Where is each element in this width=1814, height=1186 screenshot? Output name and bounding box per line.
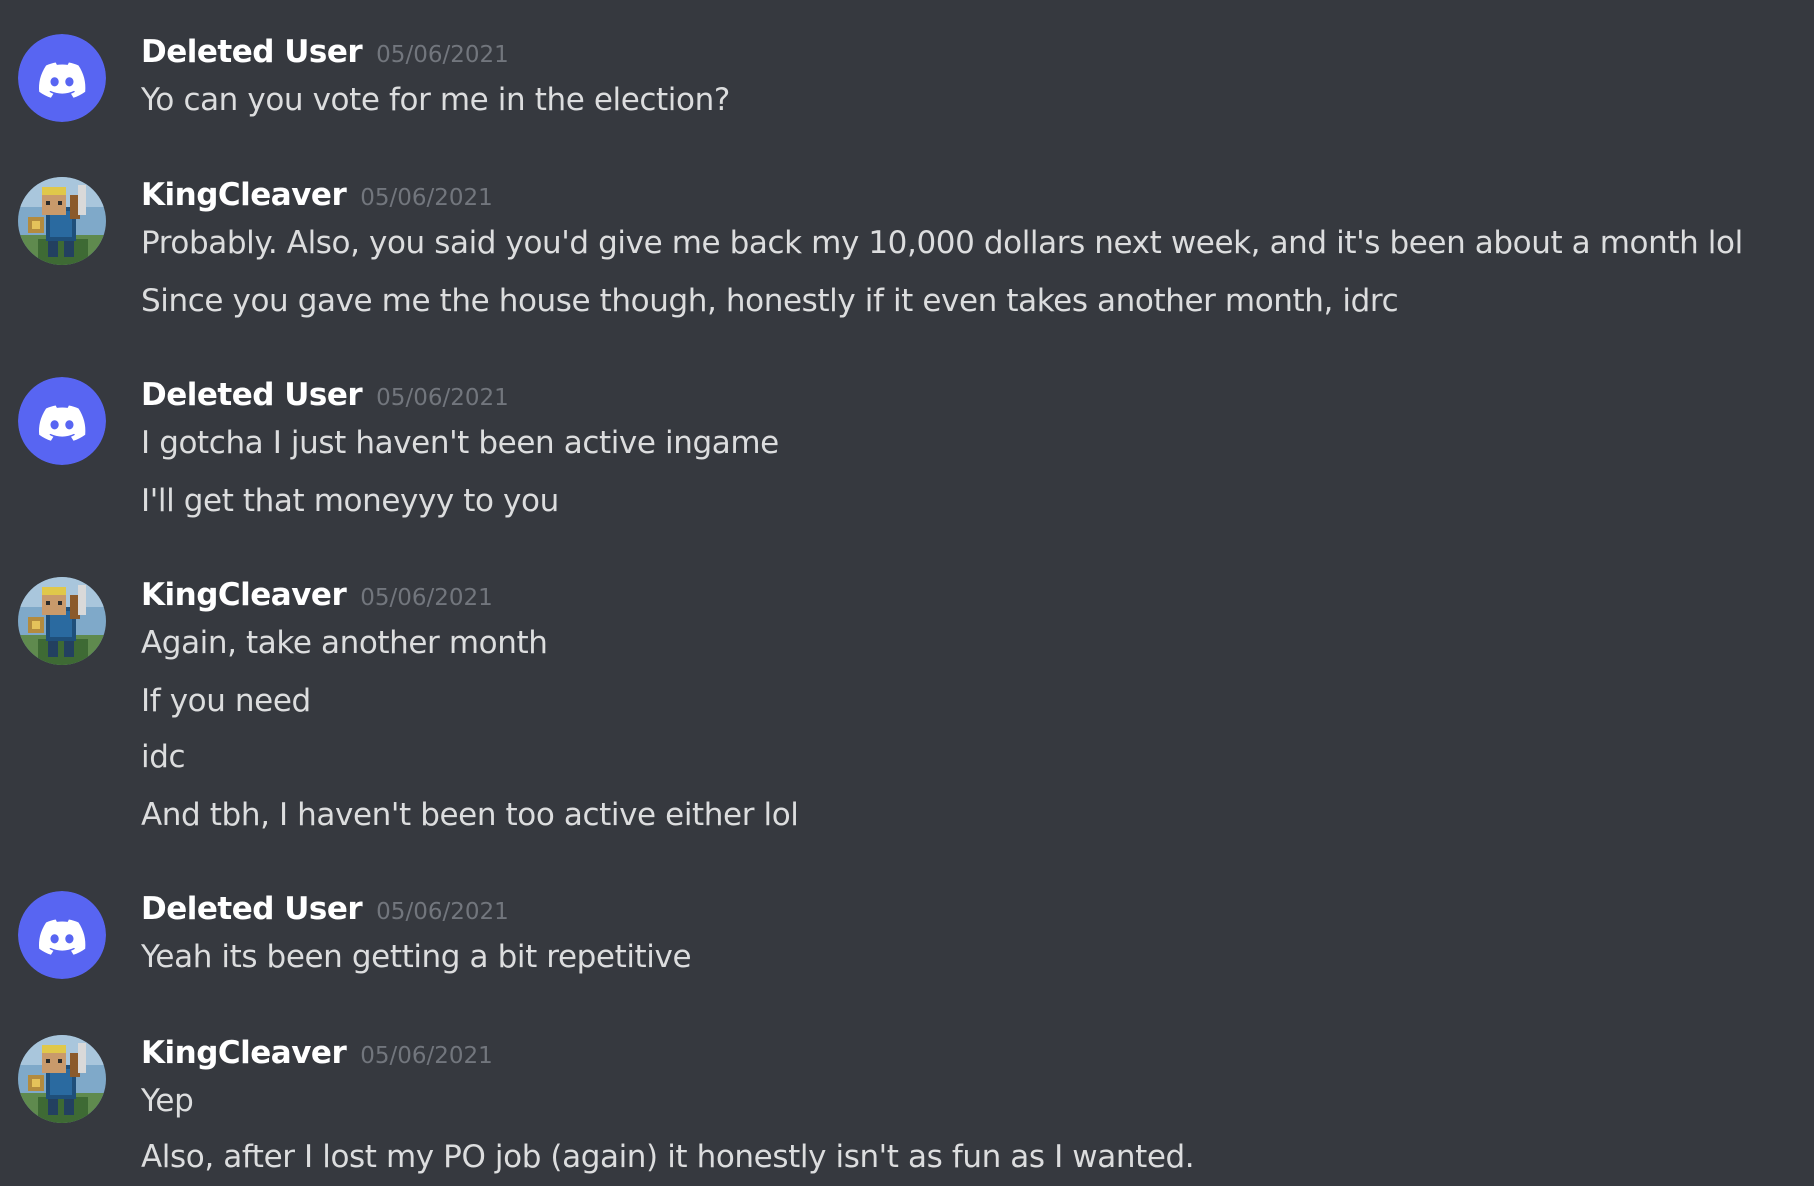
username[interactable]: Deleted User: [141, 377, 363, 413]
message-text: idc: [141, 739, 186, 775]
message-text: Probably. Also, you said you'd give me b…: [141, 225, 1743, 261]
message-text: Again, take another month: [141, 625, 548, 661]
username[interactable]: Deleted User: [141, 34, 363, 70]
message-text: And tbh, I haven't been too active eithe…: [141, 797, 799, 833]
username[interactable]: KingCleaver: [141, 577, 347, 613]
message-text: Since you gave me the house though, hone…: [141, 283, 1399, 319]
message-header: KingCleaver 05/06/2021: [141, 1035, 493, 1075]
minecraft-skin-avatar[interactable]: [18, 177, 106, 265]
discord-logo-icon[interactable]: [18, 377, 106, 465]
chat-message-list: Deleted User 05/06/2021 Yo can you vote f…: [0, 0, 1814, 1186]
message-text: Yep: [141, 1083, 194, 1119]
username[interactable]: KingCleaver: [141, 177, 347, 213]
message-header: Deleted User 05/06/2021: [141, 377, 509, 417]
message-text: Also, after I lost my PO job (again) it …: [141, 1139, 1195, 1175]
discord-logo-icon[interactable]: [18, 34, 106, 122]
message-header: Deleted User 05/06/2021: [141, 34, 509, 74]
message-text: I'll get that moneyyy to you: [141, 483, 559, 519]
message-header: KingCleaver 05/06/2021: [141, 577, 493, 617]
message-text: Yeah its been getting a bit repetitive: [141, 939, 692, 975]
message-text: Yo can you vote for me in the election?: [141, 82, 730, 118]
message-text: If you need: [141, 683, 311, 719]
minecraft-skin-avatar[interactable]: [18, 1035, 106, 1123]
message-header: Deleted User 05/06/2021: [141, 891, 509, 931]
minecraft-skin-avatar[interactable]: [18, 577, 106, 665]
username[interactable]: KingCleaver: [141, 1035, 347, 1071]
timestamp: 05/06/2021: [376, 385, 509, 411]
timestamp: 05/06/2021: [360, 1043, 493, 1069]
discord-logo-icon[interactable]: [18, 891, 106, 979]
message-text: I gotcha I just haven't been active inga…: [141, 425, 779, 461]
timestamp: 05/06/2021: [360, 185, 493, 211]
message-header: KingCleaver 05/06/2021: [141, 177, 493, 217]
timestamp: 05/06/2021: [376, 42, 509, 68]
timestamp: 05/06/2021: [376, 899, 509, 925]
timestamp: 05/06/2021: [360, 585, 493, 611]
username[interactable]: Deleted User: [141, 891, 363, 927]
